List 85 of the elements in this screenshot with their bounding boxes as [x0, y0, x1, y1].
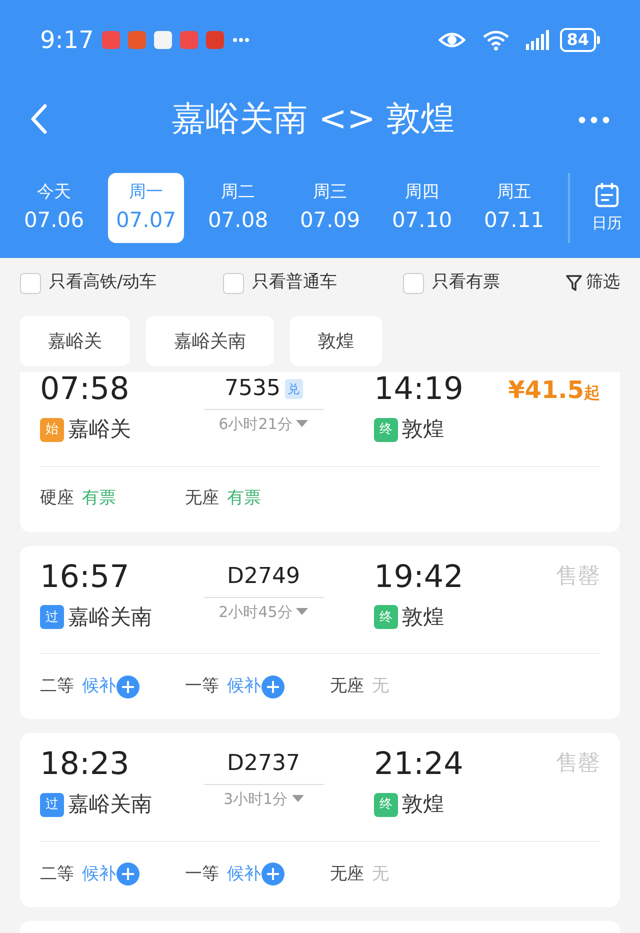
- train-card[interactable]: 07:58 始 嘉峪关 7535 兑 6小时21分 14:19 终 敦煌 ¥41.5起 硬座 有票 无座 有票: [20, 372, 620, 532]
- filter-label[interactable]: 只看有票: [432, 270, 500, 296]
- availability-text: 无: [372, 674, 389, 698]
- station-chip[interactable]: 敦煌: [290, 316, 382, 366]
- waitlist-button[interactable]: 候补: [82, 674, 140, 700]
- train-number: 7535: [224, 375, 280, 403]
- app-notification-icon: [154, 31, 172, 49]
- plus-icon: [261, 674, 285, 699]
- availability-text: 有票: [82, 487, 116, 510]
- arrival-time: 14:19: [374, 372, 464, 406]
- calendar-button[interactable]: 日历: [586, 180, 628, 236]
- seat-class: 一等: [185, 674, 219, 698]
- availability-text: 无: [372, 862, 389, 886]
- station-badge: 过: [40, 793, 64, 818]
- plus-icon: [116, 862, 140, 886]
- checkbox[interactable]: [402, 272, 424, 294]
- departure-time: 16:57: [40, 560, 130, 594]
- battery-level: 84: [560, 28, 596, 52]
- filter-label[interactable]: 只看普通车: [252, 270, 337, 296]
- duration-text: 2小时45分: [218, 602, 292, 623]
- calendar-icon: [595, 182, 619, 208]
- status-time: 9:17: [40, 25, 94, 56]
- station-name: 敦煌: [402, 791, 444, 818]
- plus-icon: [261, 862, 285, 886]
- waitlist-button[interactable]: 候补: [227, 862, 285, 888]
- signal-icon: [526, 30, 552, 50]
- availability-text: 有票: [227, 487, 261, 510]
- waitlist-button[interactable]: 候补: [82, 862, 140, 888]
- filter-icon: [566, 274, 582, 292]
- date-tab[interactable]: 周五 07.11: [476, 173, 552, 243]
- eye-icon: [438, 31, 466, 49]
- seat-class: 无座: [330, 862, 364, 886]
- date-tab[interactable]: 周二 07.08: [200, 173, 276, 243]
- app-notification-icon: [206, 31, 224, 49]
- date-tab[interactable]: 今天 07.06: [16, 173, 92, 243]
- wifi-icon: [482, 29, 510, 51]
- price-text: ¥41.5: [508, 375, 584, 406]
- departure-time: 18:23: [40, 747, 130, 782]
- plus-icon: [116, 674, 140, 699]
- filter-button[interactable]: 筛选: [566, 270, 620, 296]
- back-icon: [30, 103, 48, 135]
- seat-class: 二等: [40, 862, 74, 886]
- station-name: 敦煌: [402, 604, 444, 631]
- seat-class: 无座: [185, 487, 219, 510]
- duration-text: 3小时1分: [223, 789, 288, 810]
- station-name: 嘉峪关南: [68, 604, 152, 631]
- seat-class: 硬座: [40, 487, 74, 510]
- app-notification-icon: [102, 31, 120, 49]
- seat-class: 一等: [185, 862, 219, 886]
- filter-label[interactable]: 只看高铁/动车: [49, 270, 157, 296]
- route-title: 嘉峪关南 <> 敦煌: [172, 98, 454, 140]
- price-suffix: 起: [584, 382, 600, 404]
- station-badge: 终: [374, 793, 398, 818]
- station-name: 敦煌: [402, 416, 444, 444]
- more-icon: [578, 116, 610, 124]
- dropdown-icon: [296, 608, 308, 616]
- waitlist-button[interactable]: 候补: [227, 674, 285, 700]
- station-chip[interactable]: 嘉峪关南: [146, 316, 274, 366]
- dropdown-icon: [292, 795, 304, 804]
- app-notification-icon: [128, 31, 146, 49]
- station-badge: 始: [40, 418, 64, 442]
- dropdown-icon: [296, 420, 308, 428]
- back-button[interactable]: [30, 103, 48, 135]
- more-icon: [232, 37, 250, 43]
- arrival-time: 19:42: [374, 560, 464, 594]
- date-tab[interactable]: 周一 07.07: [108, 173, 184, 243]
- station-name: 嘉峪关南: [68, 791, 152, 818]
- train-number: D2749: [227, 562, 300, 591]
- station-name: 嘉峪关: [68, 416, 131, 444]
- date-tab[interactable]: 周四 07.10: [384, 173, 460, 243]
- app-notification-icon: [180, 31, 198, 49]
- station-badge: 终: [374, 418, 398, 442]
- station-chip[interactable]: 嘉峪关: [20, 316, 130, 366]
- seat-class: 无座: [330, 674, 364, 698]
- date-tab[interactable]: 周三 07.09: [292, 173, 368, 243]
- departure-time: 07:58: [40, 372, 130, 406]
- checkbox[interactable]: [222, 272, 244, 294]
- station-badge: 终: [374, 605, 398, 630]
- train-number: D2737: [227, 750, 300, 778]
- duration-text: 6小时21分: [218, 414, 292, 435]
- station-badge: 过: [40, 605, 64, 630]
- checkbox[interactable]: [20, 272, 41, 294]
- exchange-tag: 兑: [284, 378, 302, 398]
- seat-class: 二等: [40, 674, 74, 698]
- arrival-time: 21:24: [374, 747, 464, 782]
